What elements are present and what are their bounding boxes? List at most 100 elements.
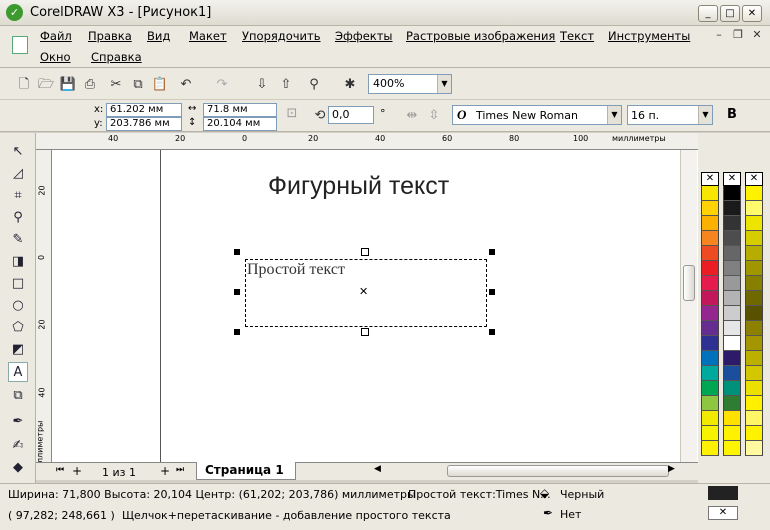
color-swatch[interactable] <box>745 336 763 351</box>
zoom-tool-icon[interactable]: ⚲ <box>8 208 28 228</box>
document-icon[interactable] <box>12 36 28 54</box>
color-swatch[interactable] <box>701 216 719 231</box>
color-swatch[interactable] <box>745 321 763 336</box>
color-swatch[interactable] <box>701 336 719 351</box>
doc-close-button[interactable]: ✕ <box>748 27 766 43</box>
selection-handle[interactable] <box>489 329 495 335</box>
color-swatch[interactable] <box>745 426 763 441</box>
cut-icon[interactable]: ✂ <box>106 75 126 95</box>
scroll-right-icon[interactable]: ▶ <box>668 464 675 474</box>
add-page-before-icon[interactable]: + <box>72 464 82 478</box>
color-swatch[interactable] <box>701 321 719 336</box>
color-swatch[interactable] <box>745 351 763 366</box>
color-palette[interactable]: ✕ <box>745 172 763 456</box>
first-page-icon[interactable]: ⏮ <box>56 465 64 475</box>
outline-none-swatch[interactable]: ✕ <box>708 506 738 520</box>
menu-help[interactable]: Справка <box>91 50 142 64</box>
color-swatch[interactable] <box>745 186 763 201</box>
color-swatch[interactable] <box>701 306 719 321</box>
lock-ratio-icon[interactable]: ⊡ <box>282 104 302 124</box>
close-button[interactable]: ✕ <box>742 5 762 22</box>
color-swatch[interactable] <box>745 381 763 396</box>
width-field[interactable]: 71.8 мм <box>203 103 277 117</box>
interactive-blend-icon[interactable]: ⧉ <box>8 386 28 406</box>
maximize-button[interactable]: □ <box>720 5 740 22</box>
color-swatch[interactable] <box>723 276 741 291</box>
horizontal-ruler[interactable] <box>36 133 698 150</box>
fill-tool-icon[interactable]: ◆ <box>8 458 28 478</box>
color-swatch[interactable] <box>723 426 741 441</box>
vertical-scrollbar[interactable] <box>680 150 697 462</box>
print-icon[interactable]: ⎙ <box>80 75 100 95</box>
page-tab[interactable]: Страница 1 <box>196 462 296 480</box>
crop-tool-icon[interactable]: ⌗ <box>8 186 28 206</box>
color-swatch[interactable] <box>745 366 763 381</box>
menu-file[interactable]: Файл <box>40 29 72 43</box>
open-icon[interactable]: 🗁 <box>36 75 56 95</box>
rotation-angle-field[interactable]: 0,0 <box>328 106 374 124</box>
menu-text[interactable]: Текст <box>560 29 594 43</box>
color-swatch[interactable] <box>745 201 763 216</box>
vertical-ruler[interactable] <box>36 150 52 462</box>
doc-minimize-button[interactable]: – <box>710 27 728 43</box>
color-swatch[interactable] <box>701 366 719 381</box>
color-swatch[interactable] <box>723 186 741 201</box>
color-swatch[interactable] <box>701 261 719 276</box>
application-launcher-icon[interactable]: ⚲ <box>304 75 324 95</box>
color-swatch[interactable] <box>701 441 719 456</box>
color-swatch[interactable] <box>723 336 741 351</box>
text-frame-bottom-tab[interactable] <box>361 328 369 336</box>
color-swatch[interactable] <box>723 396 741 411</box>
color-swatch[interactable] <box>745 306 763 321</box>
text-tool-icon[interactable]: A <box>8 362 28 382</box>
menu-effects[interactable]: Эффекты <box>335 29 393 43</box>
undo-icon[interactable]: ↶ <box>176 75 196 95</box>
freehand-tool-icon[interactable]: ✎ <box>8 230 28 250</box>
redo-icon[interactable]: ↷ <box>212 75 232 95</box>
menu-edit[interactable]: Правка <box>88 29 132 43</box>
selection-handle[interactable] <box>234 249 240 255</box>
menu-window[interactable]: Окно <box>40 50 71 64</box>
color-swatch[interactable] <box>701 291 719 306</box>
no-color-swatch[interactable]: ✕ <box>723 172 741 186</box>
color-swatch[interactable] <box>745 441 763 456</box>
mirror-vertical-icon[interactable]: ⇳ <box>424 106 444 126</box>
color-swatch[interactable] <box>723 411 741 426</box>
color-swatch[interactable] <box>723 291 741 306</box>
color-swatch[interactable] <box>723 306 741 321</box>
no-color-swatch[interactable]: ✕ <box>745 172 763 186</box>
color-swatch[interactable] <box>745 396 763 411</box>
fill-swatch[interactable] <box>708 486 738 500</box>
color-swatch[interactable] <box>701 396 719 411</box>
minimize-button[interactable]: _ <box>698 5 718 22</box>
selection-handle[interactable] <box>489 249 495 255</box>
x-position-field[interactable]: 61.202 мм <box>106 103 182 117</box>
color-swatch[interactable] <box>701 246 719 261</box>
color-swatch[interactable] <box>723 441 741 456</box>
color-swatch[interactable] <box>723 381 741 396</box>
height-field[interactable]: 20.104 мм <box>203 117 277 131</box>
color-swatch[interactable] <box>701 231 719 246</box>
import-icon[interactable]: ⇩ <box>252 75 272 95</box>
color-palette[interactable]: ✕ <box>723 172 741 456</box>
color-swatch[interactable] <box>701 351 719 366</box>
mirror-horizontal-icon[interactable]: ⇹ <box>402 106 422 126</box>
last-page-icon[interactable]: ⏭ <box>176 465 184 475</box>
horizontal-scroll-thumb[interactable] <box>447 465 669 477</box>
menu-layout[interactable]: Макет <box>189 29 227 43</box>
color-swatch[interactable] <box>701 411 719 426</box>
color-swatch[interactable] <box>745 216 763 231</box>
color-swatch[interactable] <box>745 276 763 291</box>
add-page-after-icon[interactable]: + <box>160 464 170 478</box>
font-dropdown-icon[interactable]: ▼ <box>607 106 621 124</box>
welcome-screen-icon[interactable]: ✱ <box>340 75 360 95</box>
paragraph-text[interactable]: Простой текст <box>247 261 345 279</box>
menu-bitmaps[interactable]: Растровые изображения <box>406 29 555 43</box>
color-swatch[interactable] <box>723 366 741 381</box>
selection-handle[interactable] <box>234 289 240 295</box>
artistic-text-object[interactable]: Фигурный текст <box>268 172 449 201</box>
export-icon[interactable]: ⇧ <box>276 75 296 95</box>
zoom-dropdown-icon[interactable]: ▼ <box>437 75 451 93</box>
color-swatch[interactable] <box>723 351 741 366</box>
basic-shapes-icon[interactable]: ◩ <box>8 340 28 360</box>
